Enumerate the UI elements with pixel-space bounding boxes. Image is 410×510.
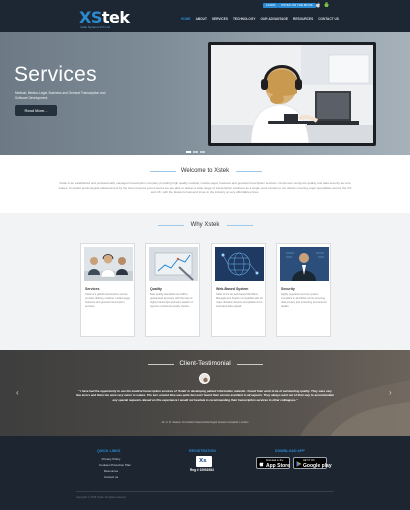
footer-link-privacy[interactable]: Privacy Policy: [99, 457, 123, 461]
nav-services[interactable]: SERVICES: [212, 17, 228, 21]
google-play-label: Google play: [303, 463, 332, 469]
login-button[interactable]: LOGIN: [263, 3, 279, 8]
nav-home[interactable]: HOME: [181, 17, 191, 21]
hero-subtitle: Medical, Medico-Legal, Business and Gene…: [15, 91, 106, 100]
card-title: Security: [281, 287, 295, 291]
card-text: Highly regulated security system complia…: [281, 293, 327, 308]
google-play-icon: [296, 461, 302, 467]
card-text: State of the art web-based Workflow Mana…: [216, 293, 263, 308]
app-store-caption: Download on the: [266, 460, 284, 462]
apple-icon: [259, 462, 264, 467]
monitor-base: [268, 121, 314, 124]
card-text: Best quality standards and 99%+ guarante…: [150, 293, 194, 308]
google-play-caption: GET IT ON: [303, 460, 315, 462]
web-system-image: [215, 247, 264, 281]
footer-divider: [76, 491, 334, 492]
footer: [0, 436, 410, 510]
why-section: [0, 213, 410, 350]
footer-link-resources[interactable]: Resources: [99, 469, 123, 473]
app-store-label: App Store: [266, 463, 290, 469]
registration-logo: Xs: [196, 456, 212, 467]
nav-about[interactable]: ABOUT: [196, 17, 207, 21]
registration-logo-text: Xs: [199, 458, 207, 464]
logo-tagline: xstek Systems Pvt Ltd: [80, 25, 110, 29]
testimonial-author: Dr. A. R. Saeed, Consultant Gastroentero…: [161, 421, 249, 424]
registration-heading: REGISTRATION: [189, 449, 216, 453]
services-image: [84, 247, 133, 281]
footer-link-contact[interactable]: Contact us: [99, 475, 123, 479]
footer-link-cookies[interactable]: Cookies Protection Plan: [99, 463, 131, 467]
chevron-right-icon[interactable]: ›: [389, 388, 392, 397]
welcome-text: Xstek is an established and professional…: [58, 181, 352, 195]
card-web-based-system[interactable]: Web-Based System State of the art web-ba…: [211, 243, 266, 337]
quality-image: [149, 247, 198, 281]
testimonial-heading: Client-Testimonial: [179, 360, 231, 367]
nav-resources[interactable]: RESOURCES: [293, 17, 313, 21]
card-quality[interactable]: Quality Best quality standards and 99%+ …: [145, 243, 200, 337]
nav-our-advantage[interactable]: OUR ADVANTAGE: [260, 17, 288, 21]
download-app-heading: DOWNLOAD APP: [275, 449, 305, 453]
card-services[interactable]: Services Xstek is a global transcription…: [80, 243, 135, 337]
quick-links-heading: QUICK LINKS: [97, 449, 121, 453]
registration-number: Reg # 22901984: [190, 468, 214, 472]
chevron-left-icon[interactable]: ‹: [16, 388, 19, 397]
android-icon[interactable]: [324, 2, 329, 8]
app-store-badge[interactable]: Download on the App Store: [256, 457, 290, 469]
security-image: [280, 247, 329, 281]
top-header: [0, 0, 410, 32]
copyright: Copyright © 2016 Xstek. All rights reser…: [76, 496, 127, 499]
transcriptionist-illustration: [211, 45, 373, 143]
card-title: Services: [85, 287, 100, 291]
avatar: [199, 373, 210, 384]
monitor-stand: [284, 114, 298, 121]
nav-technology[interactable]: TECHNOLOGY: [233, 17, 256, 21]
why-heading: Why Xstek: [190, 222, 220, 228]
hero-title: Services: [14, 63, 97, 86]
google-play-badge[interactable]: GET IT ON Google play: [293, 457, 332, 469]
card-security[interactable]: Security Highly regulated security syste…: [276, 243, 331, 337]
monitor-image: [208, 42, 376, 146]
card-title: Web-Based System: [216, 287, 249, 291]
welcome-heading: Welcome to Xstek: [180, 168, 230, 174]
card-title: Quality: [150, 287, 162, 291]
testimonial-quote: " I have had the opportunity to use the …: [76, 389, 334, 402]
nav-contact-us[interactable]: CONTACT US: [318, 17, 339, 21]
mobile-app-button[interactable]: XSTEK ON THE MOVE: [278, 3, 316, 8]
slider-dots[interactable]: [186, 151, 205, 153]
apple-icon[interactable]: [316, 2, 321, 8]
main-nav: HOME ABOUT SERVICES TECHNOLOGY OUR ADVAN…: [181, 17, 344, 21]
read-more-button[interactable]: Read More...: [15, 105, 57, 116]
hero-banner: Services Medical, Medico-Legal, Business…: [0, 32, 410, 155]
logo[interactable]: XStek: [79, 10, 130, 26]
card-text: Xstek is a global transcription service …: [85, 293, 131, 308]
